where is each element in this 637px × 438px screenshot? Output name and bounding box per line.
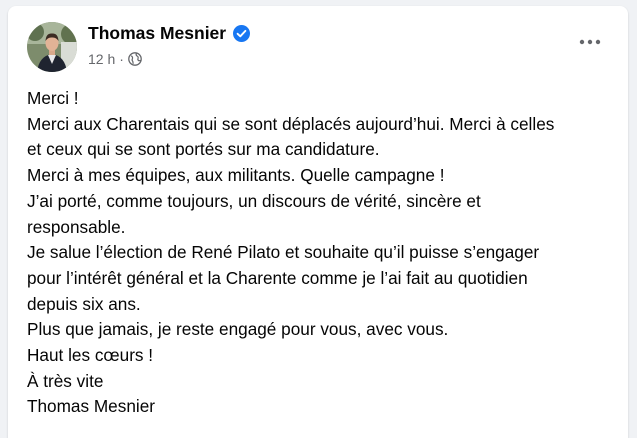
avatar[interactable]: [27, 22, 77, 72]
meta-separator: ·: [119, 51, 124, 67]
post-line: J’ai porté, comme toujours, un discours …: [27, 190, 481, 211]
post-text: Merci ! Merci aux Charentais qui se sont…: [27, 86, 617, 420]
post-line: Merci aux Charentais qui se sont déplacé…: [27, 113, 555, 134]
post-line: Merci !: [27, 88, 79, 108]
post-line: responsable.: [27, 216, 126, 237]
post-line: Haut les cœurs !: [27, 345, 154, 366]
post-line: depuis six ans.: [27, 293, 141, 314]
verified-badge-icon: [233, 25, 250, 42]
author-name[interactable]: Thomas Mesnier: [88, 23, 226, 44]
page: Thomas Mesnier 12 h · Merci ! Merci aux …: [0, 0, 637, 438]
post-line: Merci à mes équipes, aux militants. Quel…: [27, 165, 445, 186]
post-card: Thomas Mesnier 12 h · Merci ! Merci aux …: [8, 6, 628, 438]
post-line: pour l’intérêt général et la Charente co…: [27, 267, 528, 288]
post-line: et ceux qui se sont portés sur ma candid…: [27, 139, 380, 160]
post-line: À très vite: [27, 370, 104, 391]
post-meta: 12 h ·: [88, 51, 142, 67]
post-line: Thomas Mesnier: [27, 396, 155, 417]
more-options-icon[interactable]: [578, 34, 602, 50]
timestamp-link[interactable]: 12 h: [88, 51, 115, 67]
avatar-photo: [27, 22, 77, 72]
post-line: Je salue l’élection de René Pilato et so…: [27, 242, 540, 263]
globe-icon[interactable]: [128, 52, 142, 66]
post-line: Plus que jamais, je reste engagé pour vo…: [27, 319, 449, 340]
